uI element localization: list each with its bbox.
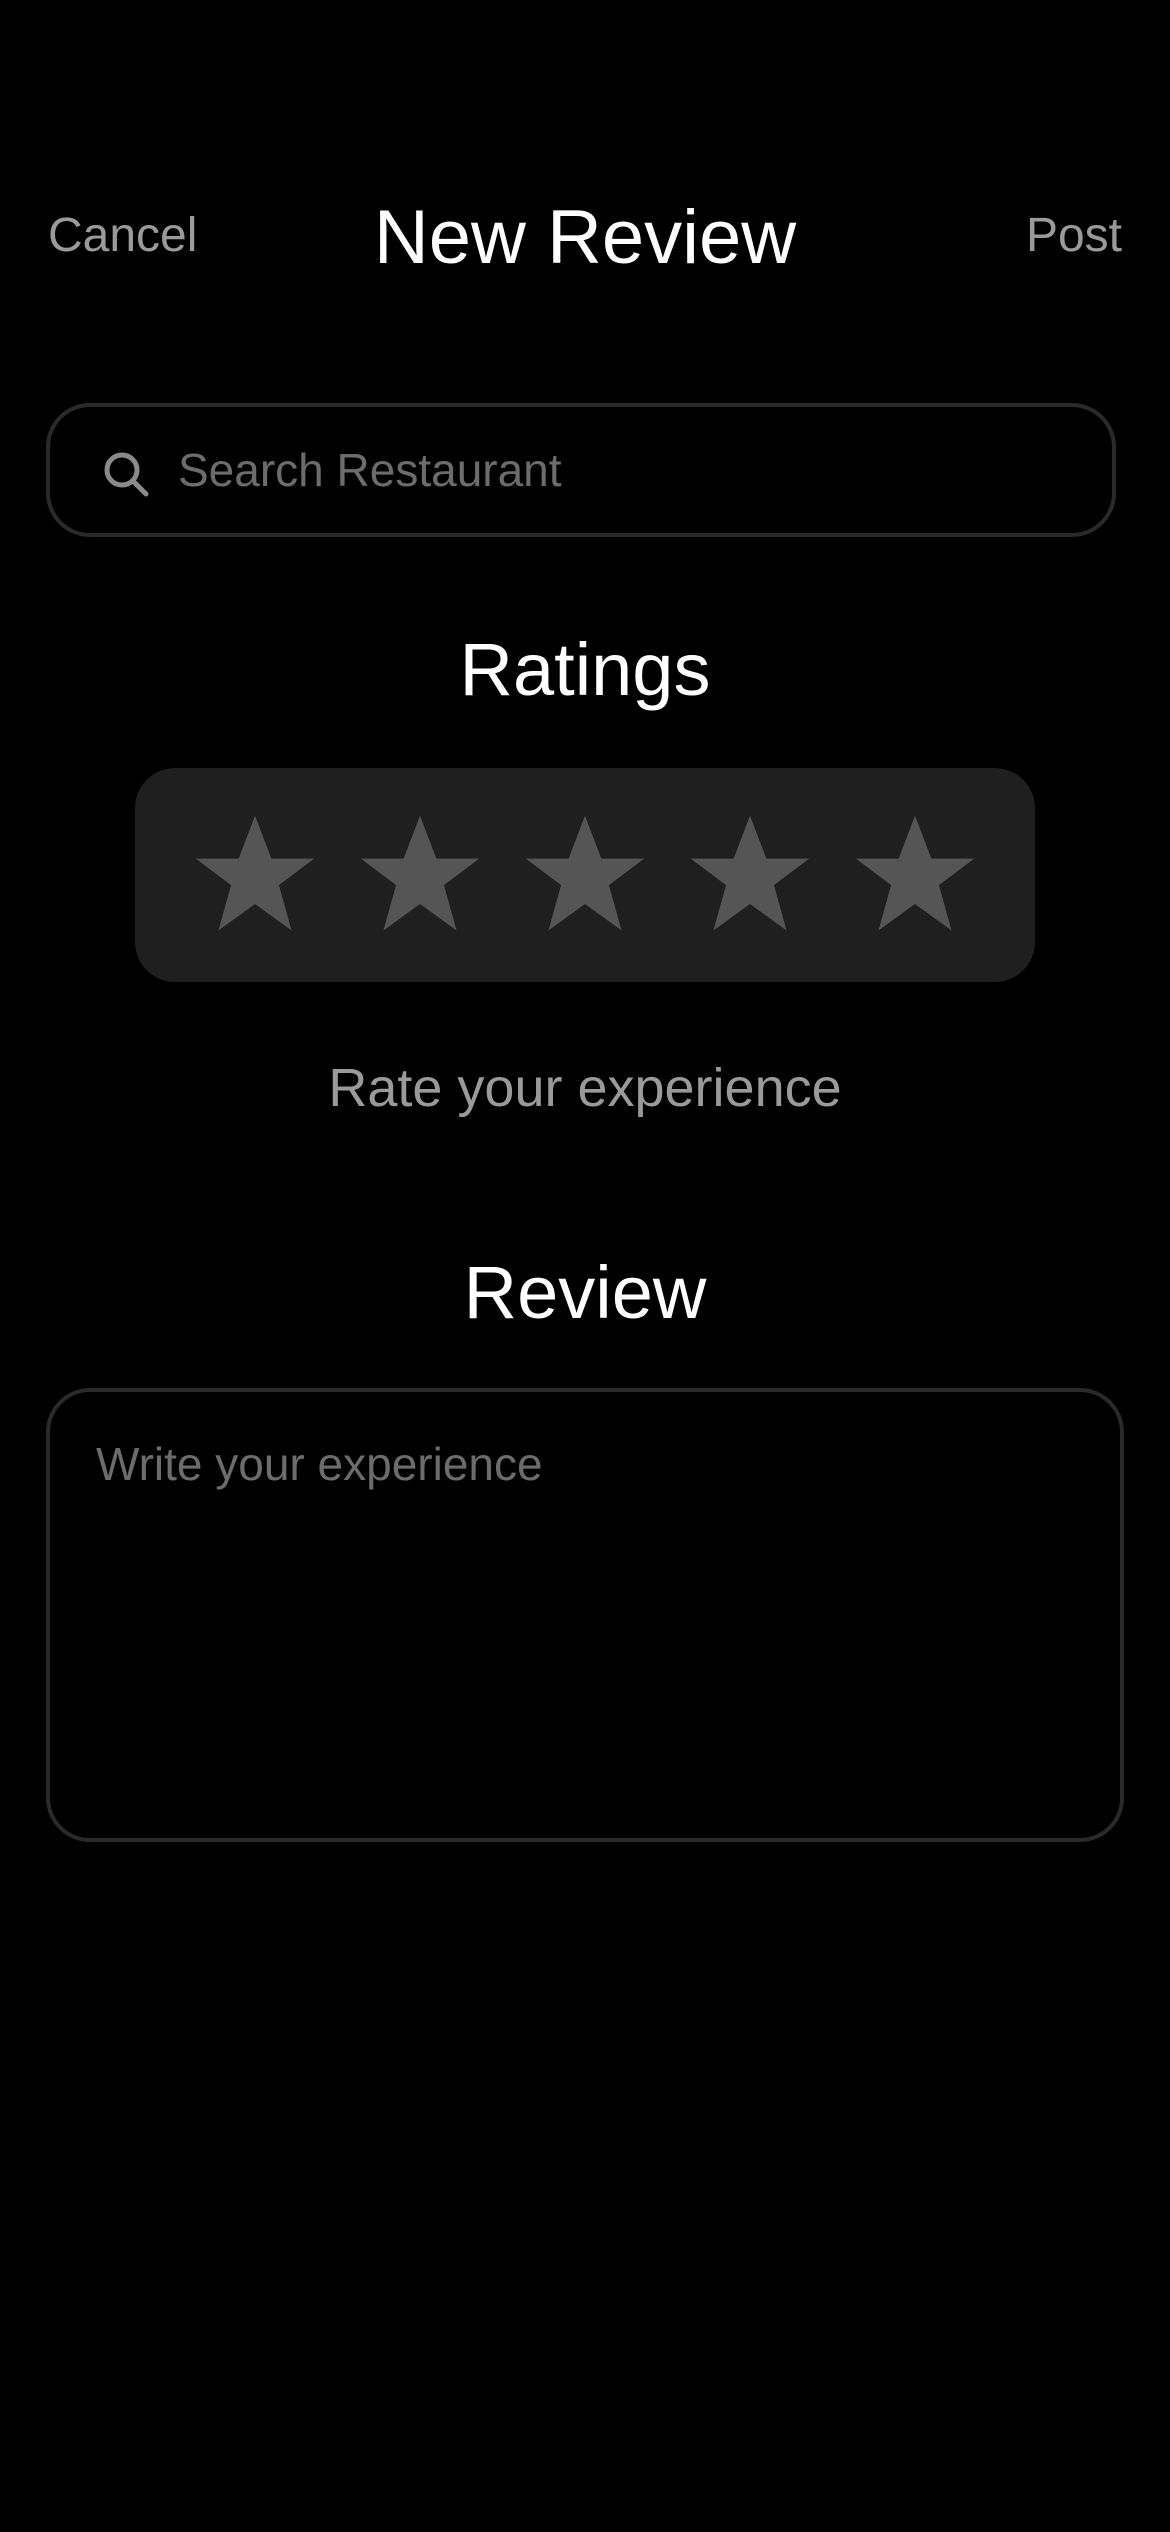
star-rating: [135, 768, 1035, 982]
post-button[interactable]: Post: [1026, 208, 1122, 264]
search-input[interactable]: [178, 407, 1078, 533]
star-3-icon[interactable]: [522, 812, 648, 938]
rating-caption: Rate your experience: [328, 1058, 842, 1118]
review-textarea[interactable]: [96, 1436, 1076, 1796]
star-1-icon[interactable]: [192, 812, 318, 938]
review-heading: Review: [463, 1251, 707, 1334]
search-field[interactable]: [46, 403, 1116, 537]
review-field[interactable]: [46, 1388, 1124, 1842]
search-icon: [104, 452, 149, 497]
page-title: New Review: [373, 195, 797, 280]
star-5-icon[interactable]: [852, 812, 978, 938]
ratings-heading: Ratings: [459, 628, 711, 711]
star-4-icon[interactable]: [687, 812, 813, 938]
star-2-icon[interactable]: [357, 812, 483, 938]
